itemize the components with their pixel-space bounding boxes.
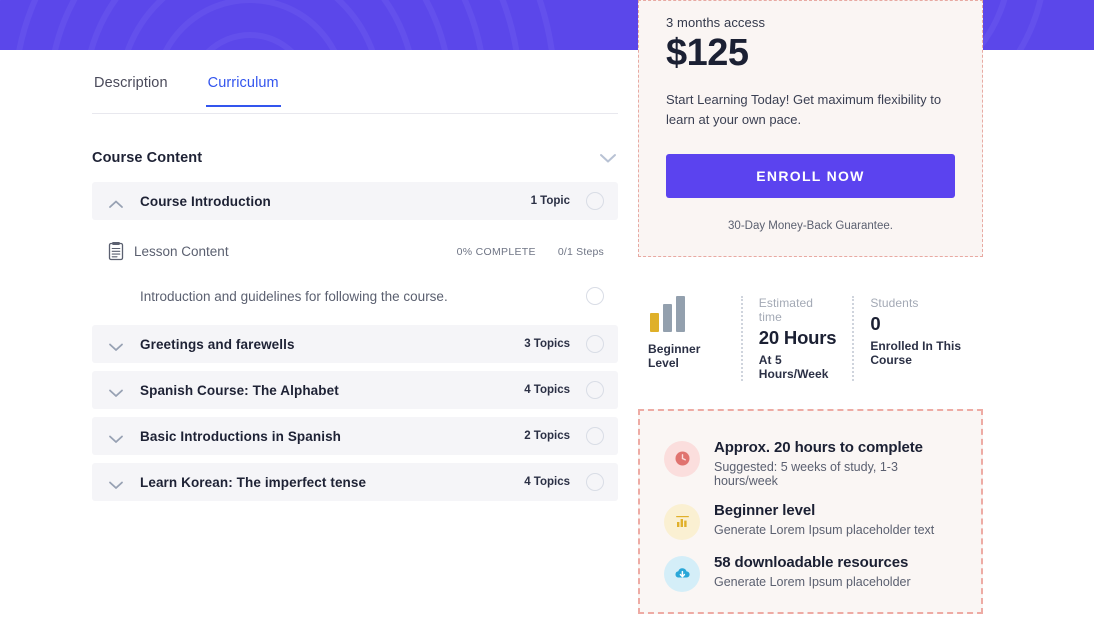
stat-label: Estimated time	[758, 295, 814, 324]
section-status-circle	[586, 427, 604, 445]
accordion-section-greetings-and-farewells[interactable]: Greetings and farewells 3 Topics	[92, 325, 618, 363]
section-status-circle	[586, 473, 604, 491]
accordion-topic-count: 2 Topics	[524, 430, 570, 442]
stat-estimated-time: Estimated time 20 Hours At 5 Hours/Week	[740, 295, 853, 381]
stat-sublabel: At 5 Hours/Week	[758, 352, 829, 381]
accordion-title: Basic Introductions in Spanish	[140, 428, 342, 444]
section-status-circle	[586, 192, 604, 210]
course-content-header[interactable]: Course Content	[92, 150, 618, 166]
stat-students: Students 0 Enrolled In This Course	[852, 295, 983, 381]
curriculum-panel: Description Curriculum Course Content Co…	[92, 62, 618, 509]
chevron-down-icon	[108, 477, 124, 489]
clock-icon	[664, 440, 700, 477]
chevron-down-icon	[108, 339, 124, 351]
course-stats: Beginner Level Estimated time 20 Hours A…	[638, 295, 983, 381]
stat-level: Beginner Level	[648, 295, 727, 381]
stat-label: Students	[870, 295, 919, 310]
pricing-card: 3 months access $125 Start Learning Toda…	[638, 0, 983, 257]
course-features-card: Approx. 20 hours to complete Suggested: …	[638, 408, 983, 614]
stat-value: 20 Hours	[758, 326, 837, 348]
course-page: Description Curriculum Course Content Co…	[0, 0, 1094, 625]
tab-bar: Description Curriculum	[92, 62, 618, 114]
accordion-title: Greetings and farewells	[140, 336, 295, 352]
document-lines-icon	[108, 242, 124, 261]
accordion-section-course-introduction[interactable]: Course Introduction 1 Topic	[92, 182, 618, 220]
topic-title: Introduction and guidelines for followin…	[140, 288, 448, 304]
chevron-down-icon	[108, 385, 124, 397]
price-description: Start Learning Today! Get maximum flexib…	[666, 91, 942, 127]
feature-item-level: Beginner level Generate Lorem Ipsum plac…	[664, 502, 957, 540]
price-amount: $125	[666, 32, 749, 74]
accordion-topic-count: 3 Topics	[524, 338, 570, 350]
chevron-down-icon	[108, 431, 124, 443]
feature-title: Approx. 20 hours to complete	[714, 438, 923, 456]
page-title: Course Content	[92, 150, 203, 166]
accordion-title: Learn Korean: The imperfect tense	[140, 474, 367, 490]
accordion-section-learn-korean-the-imperfect-tense[interactable]: Learn Korean: The imperfect tense 4 Topi…	[92, 463, 618, 501]
lesson-row[interactable]: Lesson Content 0% COMPLETE 0/1 Steps	[92, 228, 618, 275]
topic-status-circle[interactable]	[586, 287, 604, 305]
chevron-down-icon[interactable]	[598, 152, 618, 164]
feature-subtitle: Generate Lorem Ipsum placeholder text	[714, 522, 935, 537]
accordion-section-basic-introductions-in-spanish[interactable]: Basic Introductions in Spanish 2 Topics	[92, 417, 618, 455]
tab-description[interactable]: Description	[92, 62, 170, 106]
accordion-topic-count: 4 Topics	[524, 384, 570, 396]
accordion-title: Course Introduction	[140, 193, 271, 209]
lesson-title: Lesson Content	[134, 244, 229, 259]
feature-item-duration: Approx. 20 hours to complete Suggested: …	[664, 439, 957, 488]
stat-value: 0	[870, 312, 881, 334]
feature-title: 58 downloadable resources	[714, 553, 909, 571]
accordion-topic-count: 1 Topic	[530, 195, 570, 207]
bar-level-icon	[648, 295, 727, 332]
money-back-guarantee: 30-Day Money-Back Guarantee.	[728, 219, 893, 232]
stat-sublabel: Enrolled In This Course	[870, 338, 962, 367]
access-term: 3 months access	[666, 15, 766, 30]
accordion-title: Spanish Course: The Alphabet	[140, 382, 339, 398]
tab-curriculum[interactable]: Curriculum	[205, 62, 281, 106]
feature-subtitle: Generate Lorem Ipsum placeholder	[714, 574, 911, 589]
section-status-circle	[586, 335, 604, 353]
chevron-up-icon	[108, 196, 124, 208]
bar-chart-icon	[664, 503, 700, 540]
section-status-circle	[586, 381, 604, 399]
feature-item-resources: 58 downloadable resources Generate Lorem…	[664, 554, 957, 592]
cloud-download-icon	[664, 555, 700, 592]
course-sidebar: 3 months access $125 Start Learning Toda…	[638, 0, 983, 614]
lesson-percent-complete: 0% COMPLETE	[456, 245, 536, 258]
feature-title: Beginner level	[714, 501, 816, 519]
enroll-now-button[interactable]: ENROLL NOW	[666, 153, 955, 198]
accordion-section-spanish-course-the-alphabet[interactable]: Spanish Course: The Alphabet 4 Topics	[92, 371, 618, 409]
topic-row[interactable]: Introduction and guidelines for followin…	[92, 275, 618, 325]
feature-subtitle: Suggested: 5 weeks of study, 1-3 hours/w…	[714, 459, 898, 488]
lesson-steps: 0/1 Steps	[557, 245, 604, 258]
accordion-topic-count: 4 Topics	[524, 476, 570, 488]
stat-level-label: Beginner Level	[648, 341, 701, 370]
